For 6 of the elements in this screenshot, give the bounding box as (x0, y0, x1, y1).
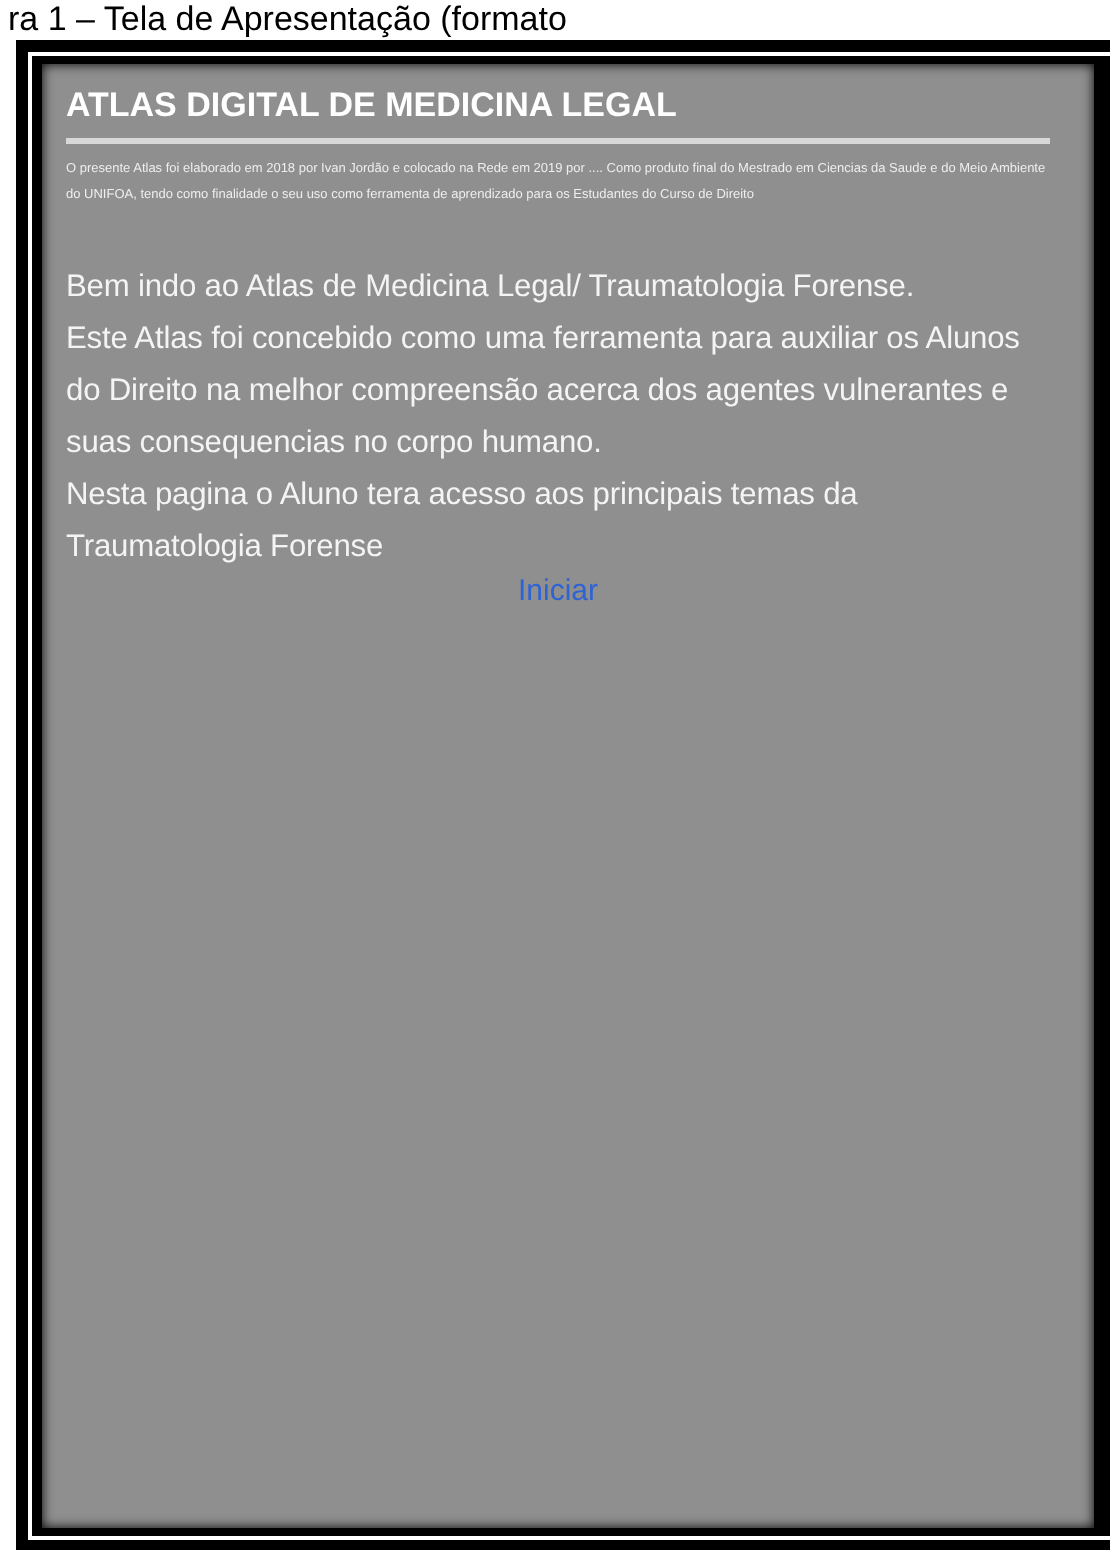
app-title: ATLAS DIGITAL DE MEDICINA LEGAL (66, 84, 679, 128)
welcome-text: Nesta pagina o Aluno tera acesso aos principais temas da Traumatologia Forense (66, 476, 860, 568)
welcome-text: Este Atlas foi concebido como uma ferramenta para auxiliar os Alunos do Direito na melhor compreensão acerca dos agentes vulnerantes e suas consequencias no corpo humano. (66, 320, 1022, 464)
start-link[interactable]: Iniciar (517, 574, 598, 610)
welcome-text: Bem indo ao Atlas de Medicina Legal/ Traumatologia Forense. (66, 268, 917, 308)
figure-caption: ra 1 – Tela de Apresentação (formato (6, 0, 567, 40)
